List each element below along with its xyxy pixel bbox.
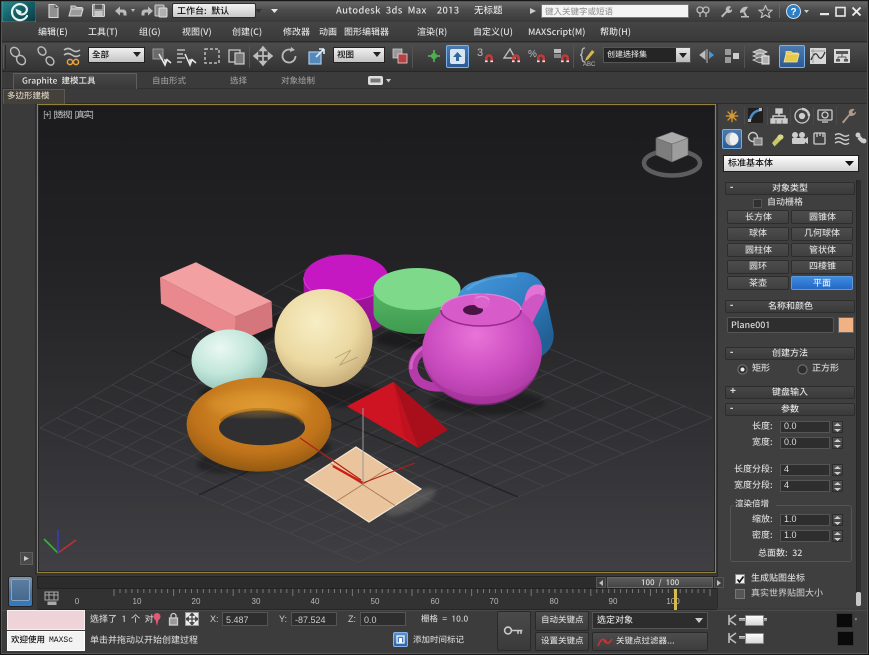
svg-text:3: 3: [477, 47, 483, 59]
svg-text:%: %: [528, 49, 537, 60]
svg-text:ABC: ABC: [583, 62, 596, 68]
svg-text:?: ?: [790, 7, 796, 18]
